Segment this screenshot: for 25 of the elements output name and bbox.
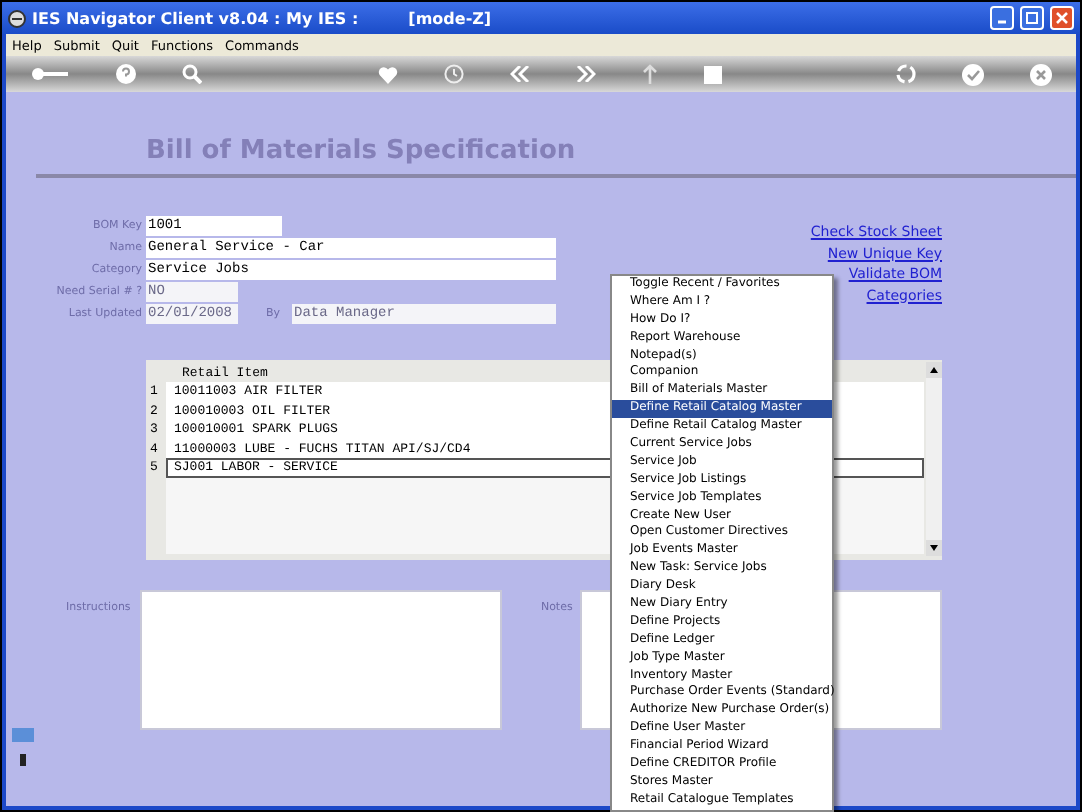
close-button[interactable] — [1050, 6, 1074, 30]
help-icon[interactable] — [116, 64, 136, 84]
search-icon[interactable] — [182, 64, 202, 84]
window-mode: [mode-Z] — [408, 9, 492, 27]
app-icon — [8, 9, 26, 27]
heart-icon[interactable] — [377, 65, 397, 83]
double-right-icon[interactable] — [575, 66, 595, 82]
maximize-button[interactable] — [1020, 6, 1044, 30]
scroll-down-icon[interactable] — [926, 540, 942, 556]
form-title: Bill of Materials Specification — [146, 136, 576, 166]
maximize-icon — [1026, 12, 1038, 24]
close-icon — [1056, 12, 1068, 24]
up-arrow-icon[interactable] — [641, 64, 657, 84]
double-left-icon[interactable] — [509, 66, 529, 82]
window-title: IES Navigator Client v8.04 : My IES : — [32, 9, 359, 27]
minimize-button[interactable] — [990, 6, 1014, 30]
scroll-up-icon[interactable] — [926, 362, 942, 378]
close-icon[interactable] — [1030, 63, 1052, 85]
clock-icon[interactable] — [443, 64, 463, 84]
instructions-field[interactable] — [140, 590, 502, 730]
key-icon[interactable] — [30, 66, 70, 82]
square-icon[interactable] — [703, 65, 721, 83]
recycle-icon[interactable] — [896, 64, 916, 84]
check-icon[interactable] — [962, 63, 984, 85]
scroll-bar[interactable] — [926, 362, 942, 556]
